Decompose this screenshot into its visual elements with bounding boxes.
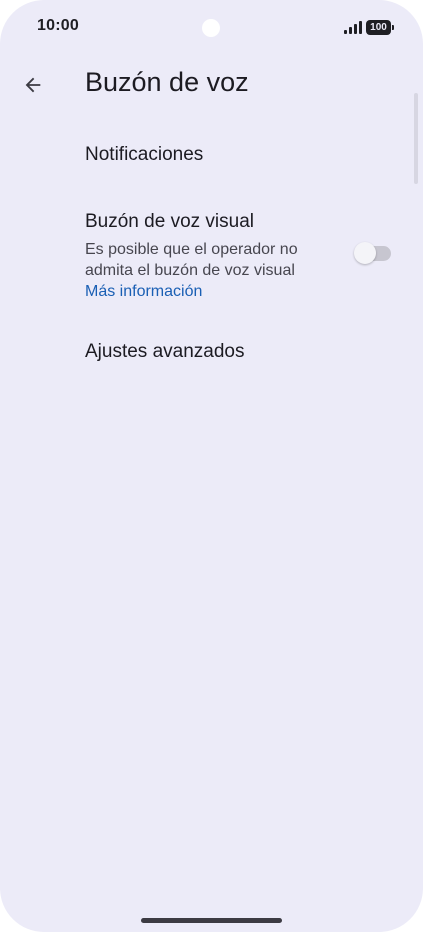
scrollbar[interactable]: [414, 93, 418, 184]
visual-voicemail-switch[interactable]: [354, 242, 392, 266]
status-time: 10:00: [37, 17, 79, 34]
visual-voicemail-title: Buzón de voz visual: [85, 211, 254, 232]
signal-icon: [344, 21, 362, 34]
camera-cutout: [202, 19, 220, 37]
more-info-link[interactable]: Más información: [85, 281, 335, 302]
advanced-settings[interactable]: Ajustes avanzados: [85, 341, 245, 363]
advanced-settings-title: Ajustes avanzados: [85, 341, 245, 362]
status-bar: 10:00 100: [0, 0, 423, 56]
visual-voicemail-summary-text: Es posible que el operador no admita el …: [85, 241, 298, 279]
battery-level: 100: [370, 22, 387, 33]
visual-voicemail-setting[interactable]: Buzón de voz visual Es posible que el op…: [85, 211, 335, 302]
phone-screen: 10:00 100 Buzón de voz Notificaciones Bu…: [0, 0, 423, 932]
arrow-back-icon: [25, 77, 41, 93]
battery-icon: 100: [366, 20, 394, 35]
notifications-title: Notificaciones: [85, 144, 204, 165]
page-title: Buzón de voz: [85, 67, 249, 97]
switch-thumb: [354, 242, 376, 264]
gesture-bar[interactable]: [141, 918, 282, 923]
back-button[interactable]: [16, 68, 50, 102]
visual-voicemail-summary: Es posible que el operador no admita el …: [85, 239, 335, 302]
notifications-setting[interactable]: Notificaciones: [85, 144, 203, 166]
